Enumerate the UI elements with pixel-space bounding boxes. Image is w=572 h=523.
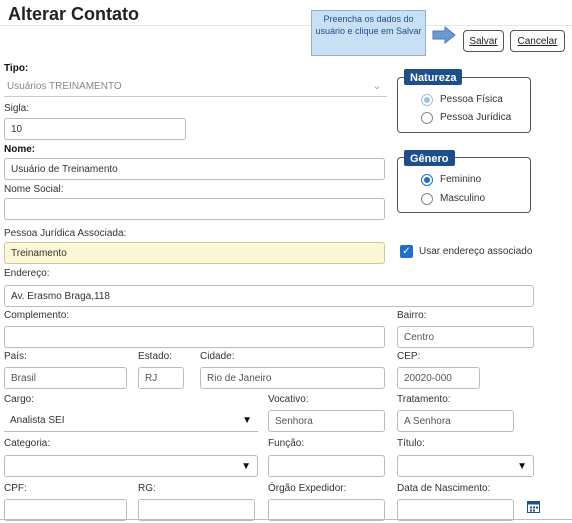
nome-label: Nome: <box>4 144 36 155</box>
chevron-down-icon: ▼ <box>517 461 527 472</box>
nome-value: Usuário de Treinamento <box>11 163 118 175</box>
natureza-radio-fisica[interactable] <box>421 94 433 106</box>
bairro-input[interactable]: Centro <box>397 326 534 348</box>
scroll-edge <box>0 519 572 520</box>
nome-input[interactable]: Usuário de Treinamento <box>4 158 385 180</box>
natureza-radio-juridica[interactable] <box>421 112 433 124</box>
tipo-value: Usuários TREINAMENTO <box>7 81 122 92</box>
tratamento-input[interactable]: A Senhora <box>397 410 514 432</box>
genero-option-feminino: Feminino <box>440 174 482 185</box>
cidade-input[interactable]: Rio de Janeiro <box>200 367 385 389</box>
cpf-label: CPF: <box>4 483 27 494</box>
categoria-label: Categoria: <box>4 438 51 449</box>
chevron-down-icon: ⌄ <box>372 81 381 92</box>
nascimento-input[interactable] <box>397 499 514 521</box>
chevron-down-icon: ▼ <box>242 415 252 426</box>
usar-endereco-label: Usar endereço associado <box>419 246 533 257</box>
complemento-label: Complemento: <box>4 310 70 321</box>
nome-social-input[interactable] <box>4 198 385 220</box>
estado-label: Estado: <box>138 351 172 362</box>
orgao-label: Órgão Expedidor: <box>268 483 347 494</box>
cidade-label: Cidade: <box>200 351 235 362</box>
funcao-input[interactable] <box>268 455 385 477</box>
vocativo-value: Senhora <box>275 415 313 427</box>
tratamento-label: Tratamento: <box>397 394 451 405</box>
cidade-value: Rio de Janeiro <box>207 372 272 384</box>
pj-label: Pessoa Jurídica Associada: <box>4 228 127 239</box>
tipo-select[interactable]: Usuários TREINAMENTO ⌄ <box>4 77 387 97</box>
pj-input[interactable]: Treinamento <box>4 242 385 264</box>
natureza-option-juridica: Pessoa Jurídica <box>440 112 512 123</box>
cep-input[interactable]: 20020-000 <box>397 367 480 389</box>
save-button[interactable]: Salvar <box>463 30 504 52</box>
cep-label: CEP: <box>397 351 421 362</box>
categoria-select[interactable]: ▼ <box>4 455 258 477</box>
estado-value: RJ <box>145 372 158 384</box>
chevron-down-icon: ▼ <box>241 461 251 472</box>
complemento-input[interactable] <box>4 326 385 348</box>
endereco-value: Av. Erasmo Braga,118 <box>11 290 110 302</box>
pais-value: Brasil <box>11 372 37 384</box>
natureza-legend: Natureza <box>404 69 463 85</box>
genero-legend: Gênero <box>404 150 455 166</box>
usar-endereco-checkbox[interactable]: ✓ <box>400 245 413 258</box>
nascimento-label: Data de Nascimento: <box>397 483 491 494</box>
orgao-input[interactable] <box>268 499 385 521</box>
genero-option-masculino: Masculino <box>440 193 486 204</box>
sigla-value: 10 <box>11 123 23 135</box>
vocativo-label: Vocativo: <box>268 394 309 405</box>
sigla-label: Sigla: <box>4 103 30 114</box>
sigla-input[interactable]: 10 <box>4 118 186 140</box>
endereco-label: Endereço: <box>4 268 50 279</box>
tratamento-value: A Senhora <box>404 415 451 427</box>
rg-label: RG: <box>138 483 156 494</box>
vocativo-input[interactable]: Senhora <box>268 410 385 432</box>
titulo-select[interactable]: ▼ <box>397 455 534 477</box>
pais-label: País: <box>4 351 27 362</box>
titulo-label: Título: <box>397 438 425 449</box>
pais-input[interactable]: Brasil <box>4 367 127 389</box>
help-tip: Preencha os dados do usuário e clique em… <box>311 10 426 56</box>
arrow-right-icon <box>432 25 456 47</box>
bairro-value: Centro <box>404 331 435 343</box>
nome-social-label: Nome Social: <box>4 184 64 195</box>
header-divider <box>0 25 572 26</box>
calendar-icon[interactable] <box>527 500 540 516</box>
cancel-button[interactable]: Cancelar <box>510 30 565 52</box>
bairro-label: Bairro: <box>397 310 427 321</box>
cargo-value: Analista SEI <box>10 415 65 426</box>
endereco-input[interactable]: Av. Erasmo Braga,118 <box>4 285 534 307</box>
cpf-input[interactable] <box>4 499 127 521</box>
pj-value: Treinamento <box>11 247 67 259</box>
estado-input[interactable]: RJ <box>138 367 184 389</box>
cargo-select[interactable]: Analista SEI ▼ <box>4 410 258 432</box>
tipo-label: Tipo: <box>4 63 29 74</box>
rg-input[interactable] <box>138 499 255 521</box>
cargo-label: Cargo: <box>4 394 35 405</box>
funcao-label: Função: <box>268 438 305 449</box>
natureza-option-fisica: Pessoa Física <box>440 94 503 105</box>
genero-radio-feminino[interactable] <box>421 174 433 186</box>
page-title: Alterar Contato <box>8 4 140 24</box>
cep-value: 20020-000 <box>404 372 452 384</box>
genero-radio-masculino[interactable] <box>421 193 433 205</box>
